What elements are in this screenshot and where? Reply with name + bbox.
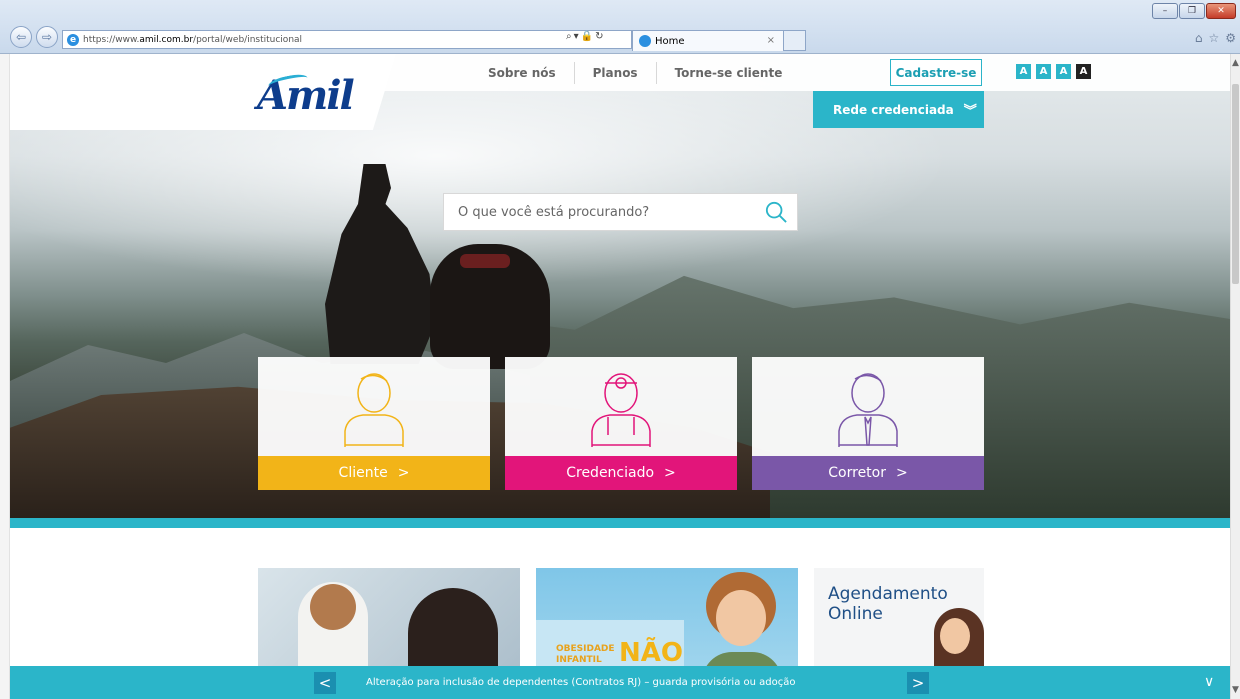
web-page: Amil Sobre nós Planos Torne-se cliente C…	[10, 54, 1230, 699]
card-credenciado[interactable]: Credenciado >	[505, 357, 737, 490]
obesidade-line1: OBESIDADE	[556, 644, 615, 654]
card-corretor-bar[interactable]: Corretor >	[752, 456, 984, 490]
chevron-down-icon: ︾	[963, 104, 977, 119]
agendamento-title: Agendamento Online	[828, 584, 948, 624]
agendamento-line2: Online	[828, 604, 883, 624]
chevron-down-icon[interactable]: ∨	[1204, 674, 1214, 690]
minimize-button[interactable]: –	[1152, 3, 1178, 19]
hero-divider	[10, 518, 1230, 528]
font-normal-button[interactable]: A	[1036, 64, 1051, 79]
card-credenciado-label: Credenciado	[566, 465, 655, 481]
scrollbar-thumb[interactable]	[1232, 84, 1239, 284]
top-navigation: Sobre nós Planos Torne-se cliente	[470, 54, 800, 91]
cadastre-se-button[interactable]: Cadastre-se	[890, 59, 982, 86]
url-prefix: https://www.	[83, 34, 140, 45]
back-button[interactable]: ⇦	[10, 26, 32, 48]
nav-item-torne-se-cliente[interactable]: Torne-se cliente	[657, 62, 801, 84]
window-controls: – ❐ ✕	[1152, 3, 1236, 19]
tab-close-icon[interactable]: ×	[767, 35, 775, 46]
chevron-right-icon: >	[896, 465, 908, 481]
child-face	[716, 590, 766, 646]
obesidade-text: OBESIDADE INFANTIL	[556, 644, 615, 666]
news-ticker: < Alteração para inclusão de dependentes…	[10, 666, 1230, 699]
card-cliente-bar[interactable]: Cliente >	[258, 456, 490, 490]
favorites-star-icon[interactable]: ☆	[1208, 31, 1219, 45]
browser-chrome: – ❐ ✕ ⇦ ⇨ e https://www. amil.com.br/port…	[0, 0, 1240, 54]
gear-icon[interactable]: ⚙	[1225, 31, 1236, 45]
card-corretor[interactable]: Corretor >	[752, 357, 984, 490]
forward-arrow-icon: ⇨	[41, 30, 53, 44]
search-box	[443, 193, 798, 231]
font-increase-button[interactable]: A	[1016, 64, 1031, 79]
address-bar[interactable]: e https://www. amil.com.br/portal/web/ins…	[62, 30, 632, 49]
home-icon[interactable]: ⌂	[1195, 31, 1203, 45]
chevron-left-icon: <	[318, 674, 332, 692]
chevron-right-icon: >	[397, 465, 410, 481]
ticker-next-button[interactable]: >	[907, 672, 929, 694]
search-icon[interactable]: ⌕	[566, 31, 574, 42]
hiker-silhouette	[325, 164, 435, 364]
chevron-right-icon: >	[911, 674, 925, 692]
client-person-icon	[344, 373, 404, 447]
vertical-scrollbar[interactable]: ▲ ▼	[1230, 54, 1240, 699]
ie-icon	[639, 35, 651, 47]
ie-icon: e	[67, 33, 79, 46]
back-arrow-icon: ⇦	[15, 30, 27, 44]
address-tools: ⌕▾🔒↻	[566, 31, 605, 42]
url-host: amil.com.br	[139, 34, 194, 45]
url-path: /portal/web/institucional	[193, 34, 303, 45]
rede-credenciada-label: Rede credenciada	[833, 102, 954, 117]
window-left-edge	[0, 54, 10, 699]
card-corretor-label: Corretor	[828, 465, 886, 481]
hero-banner: Amil Sobre nós Planos Torne-se cliente C…	[10, 54, 1230, 518]
agendamento-line1: Agendamento	[828, 584, 948, 604]
nav-item-planos[interactable]: Planos	[575, 61, 657, 84]
obesidade-line2: INFANTIL	[556, 655, 602, 665]
nav-item-sobre-nos[interactable]: Sobre nós	[470, 61, 575, 84]
card-cliente[interactable]: Cliente >	[258, 357, 490, 490]
card-credenciado-bar[interactable]: Credenciado >	[505, 456, 737, 490]
ticker-prev-button[interactable]: <	[314, 672, 336, 694]
refresh-icon[interactable]: ↻	[595, 31, 605, 42]
new-tab-button[interactable]	[784, 30, 806, 51]
scroll-down-icon[interactable]: ▼	[1232, 685, 1239, 695]
browser-tab-home[interactable]: Home ×	[632, 30, 784, 51]
forward-button[interactable]: ⇨	[36, 26, 58, 48]
high-contrast-button[interactable]: A	[1076, 64, 1091, 79]
browser-toolbar-icons: ⌂ ☆ ⚙	[1195, 31, 1236, 45]
font-decrease-button[interactable]: A	[1056, 64, 1071, 79]
close-window-button[interactable]: ✕	[1206, 3, 1236, 19]
lock-icon[interactable]: 🔒	[581, 31, 595, 42]
chevron-right-icon: >	[664, 465, 676, 481]
ticker-text[interactable]: Alteração para inclusão de dependentes (…	[366, 666, 795, 699]
broker-icon	[838, 373, 898, 447]
maximize-button[interactable]: ❐	[1179, 3, 1205, 19]
doctor-icon	[591, 373, 651, 447]
backpack-silhouette	[430, 244, 550, 369]
card-cliente-label: Cliente	[338, 465, 388, 481]
font-size-controls: A A A A	[1016, 64, 1091, 79]
nao-text: NÃO	[619, 638, 683, 668]
search-icon[interactable]	[765, 201, 787, 223]
scroll-up-icon[interactable]: ▲	[1232, 58, 1239, 68]
rede-credenciada-button[interactable]: Rede credenciada ︾	[813, 91, 984, 128]
search-input[interactable]	[458, 204, 748, 220]
tab-title: Home	[655, 35, 685, 47]
dropdown-icon[interactable]: ▾	[574, 31, 581, 42]
